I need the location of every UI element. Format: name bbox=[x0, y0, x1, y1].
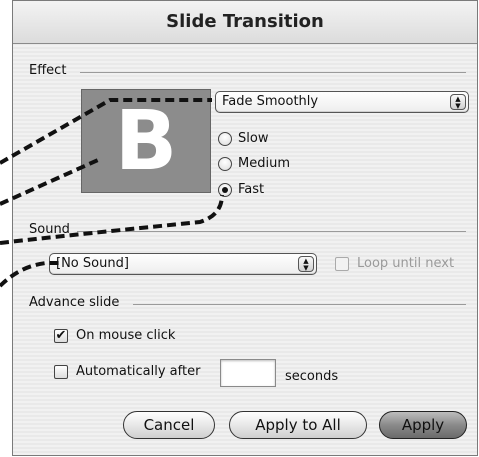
cancel-button[interactable]: Cancel bbox=[123, 411, 215, 439]
down-arrow-icon: ▼ bbox=[455, 102, 461, 110]
advance-divider bbox=[133, 304, 466, 305]
auto-checkbox[interactable] bbox=[54, 365, 68, 379]
radio-medium-button[interactable] bbox=[218, 157, 232, 171]
advance-section-label: Advance slide bbox=[29, 295, 120, 310]
seconds-input[interactable] bbox=[220, 359, 276, 387]
sound-popup-value: [No Sound] bbox=[56, 256, 129, 271]
radio-fast-label: Fast bbox=[238, 182, 265, 197]
on-click-label: On mouse click bbox=[76, 328, 176, 343]
on-click-checkbox[interactable]: ✔ bbox=[54, 329, 68, 343]
loop-checkbox[interactable] bbox=[335, 257, 349, 271]
sound-section-label: Sound bbox=[29, 222, 70, 237]
radio-slow-label: Slow bbox=[238, 131, 269, 146]
preview-letter: B bbox=[114, 94, 178, 189]
auto-label: Automatically after bbox=[76, 364, 201, 379]
transition-preview: B bbox=[81, 89, 211, 193]
radio-slow-button[interactable] bbox=[218, 132, 232, 146]
loop-label: Loop until next bbox=[357, 256, 455, 271]
apply-to-all-button[interactable]: Apply to All bbox=[229, 411, 367, 439]
radio-medium-label: Medium bbox=[238, 156, 290, 171]
effect-section-label: Effect bbox=[29, 63, 67, 78]
apply-button[interactable]: Apply bbox=[379, 411, 467, 439]
slide-transition-dialog: Slide Transition Effect B Fade Smoothly … bbox=[12, 0, 478, 456]
updown-arrows-icon: ▲ ▼ bbox=[298, 256, 314, 272]
effect-divider bbox=[80, 72, 466, 73]
seconds-unit-label: seconds bbox=[285, 369, 339, 384]
updown-arrows-icon: ▲ ▼ bbox=[450, 94, 466, 110]
down-arrow-icon: ▼ bbox=[303, 264, 309, 272]
effect-popup[interactable]: Fade Smoothly ▲ ▼ bbox=[215, 91, 469, 113]
radio-fast-button[interactable] bbox=[218, 183, 232, 197]
sound-divider bbox=[77, 231, 466, 232]
dialog-title: Slide Transition bbox=[13, 1, 477, 44]
effect-popup-value: Fade Smoothly bbox=[222, 94, 319, 109]
checkmark-icon: ✔ bbox=[55, 328, 67, 343]
sound-popup[interactable]: [No Sound] ▲ ▼ bbox=[49, 253, 317, 275]
